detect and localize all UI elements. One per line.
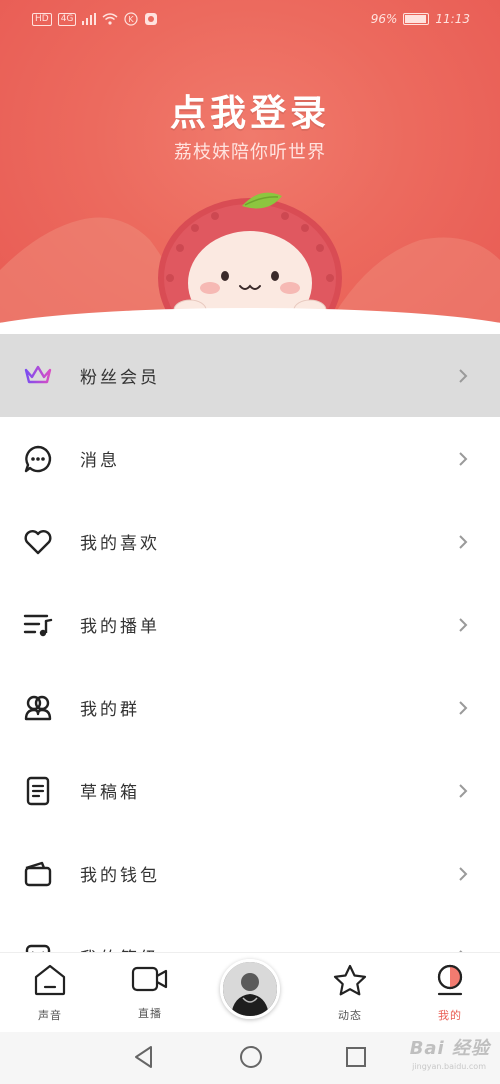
back-icon[interactable] [132,1044,156,1070]
menu-item-my-wallet[interactable]: 我的钱包 [0,832,500,915]
nav-label-live: 直播 [138,1007,162,1020]
crown-icon [22,360,54,392]
bottom-nav: 声音 直播 动态 我的 [0,952,500,1032]
status-bar: HD 4G K 96% 11:13 [0,0,500,40]
nav-tab-live[interactable]: 直播 [120,963,180,1021]
menu-label-my-groups: 我的群 [80,700,140,720]
recents-icon[interactable] [344,1044,368,1070]
nav-label-mine: 我的 [438,1009,462,1022]
menu-item-messages[interactable]: 消息 [0,417,500,500]
nav-tab-sound[interactable]: 声音 [20,963,80,1023]
chevron-right-icon [459,866,468,881]
chevron-right-icon [459,534,468,549]
star-icon [333,964,367,996]
home-icon [34,964,66,996]
video-camera-icon [131,966,168,992]
menu-item-my-likes[interactable]: 我的喜欢 [0,500,500,583]
battery-icon [403,13,430,25]
heart-icon [22,526,54,558]
home-circle-icon[interactable] [238,1044,264,1070]
wallet-icon [22,858,54,890]
profile-header: HD 4G K 96% 11:13 点我登录 荔枝妹陪你听世界 [0,0,500,340]
chevron-right-icon [459,700,468,715]
menu-item-fan-membership[interactable]: 粉丝会员 [0,334,500,417]
k-app-icon: K [124,12,139,26]
svg-text:K: K [129,15,135,24]
clock: 11:13 [435,12,470,26]
nav-label-sound: 声音 [38,1009,62,1022]
chevron-right-icon [459,617,468,632]
menu-label-my-wallet: 我的钱包 [80,866,160,886]
watermark: Bai 经验 [409,1038,490,1059]
login-title[interactable]: 点我登录 [0,84,500,136]
chat-bubble-icon [22,443,54,475]
avatar[interactable] [220,959,280,1019]
menu-item-my-groups[interactable]: 我的群 [0,666,500,749]
login-subtitle: 荔枝妹陪你听世界 [174,142,326,163]
nav-tab-feed[interactable]: 动态 [320,963,380,1023]
watermark-url: jingyan.baidu.com [412,1062,486,1071]
menu-label-my-playlists: 我的播单 [80,617,160,637]
menu-label-fan-membership: 粉丝会员 [80,368,160,388]
wifi-icon [102,13,118,25]
menu-item-my-playlists[interactable]: 我的播单 [0,583,500,666]
chevron-right-icon [459,451,468,466]
notification-app-icon [145,13,158,25]
menu-list: 粉丝会员 消息 我的喜欢 我的播单 我的群 草稿箱 我的钱包 [0,334,500,998]
network-badge: 4G [57,12,77,26]
menu-label-messages: 消息 [80,451,120,471]
group-icon [22,692,54,724]
chevron-right-icon [459,368,468,383]
hd-badge: HD [32,12,52,26]
playlist-icon [22,609,54,641]
menu-label-drafts: 草稿箱 [80,783,140,803]
battery-percent: 96% [370,12,398,26]
profile-icon [437,964,463,996]
draft-icon [22,775,54,807]
nav-label-feed: 动态 [338,1009,362,1022]
menu-item-drafts[interactable]: 草稿箱 [0,749,500,832]
lychee-mascot[interactable] [150,188,350,328]
nav-tab-mine[interactable]: 我的 [420,963,480,1023]
menu-label-my-likes: 我的喜欢 [80,534,160,554]
chevron-right-icon [459,783,468,798]
signal-icon [82,13,97,25]
